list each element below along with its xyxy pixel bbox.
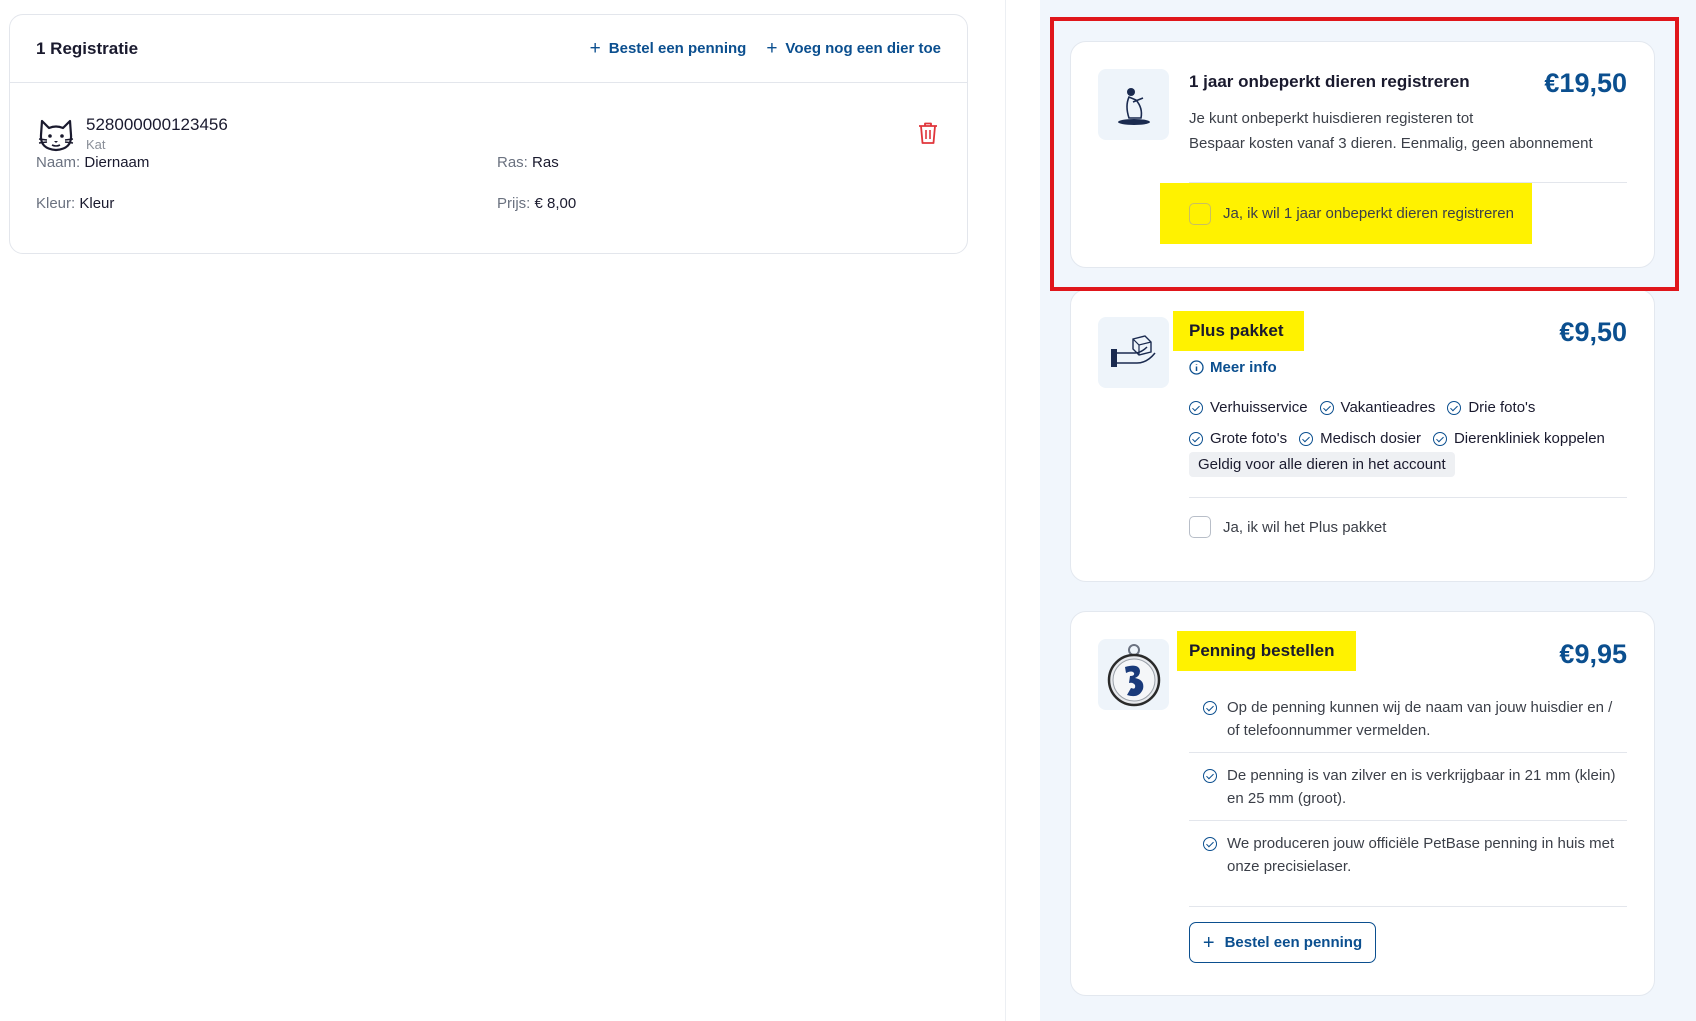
plus-checkbox[interactable] bbox=[1189, 516, 1211, 538]
color-value: Kleur bbox=[79, 195, 115, 212]
offer-plus-price: €9,50 bbox=[1559, 317, 1627, 347]
offer-tag-card: Penning bestellen €9,95 Op de penning ku… bbox=[1070, 611, 1655, 996]
features-row-2: Grote foto's Medisch dosier Dierenklinie… bbox=[1189, 430, 1605, 447]
name-label: Naam: bbox=[36, 154, 81, 171]
breed-label: Ras: bbox=[497, 154, 528, 171]
hand-box-icon bbox=[1110, 334, 1156, 367]
check-circle-icon bbox=[1432, 431, 1447, 446]
animal-summary: 528000000123456 Kat bbox=[36, 115, 228, 155]
price-field: Prijs: € 8,00 bbox=[497, 195, 576, 212]
tag-bullet: Op de penning kunnen wij de naam van jou… bbox=[1203, 696, 1627, 742]
offer-tag-thumb bbox=[1098, 639, 1169, 710]
check-circle-icon bbox=[1203, 837, 1217, 851]
more-info-link[interactable]: Meer info bbox=[1189, 359, 1277, 376]
breed-value: Ras bbox=[532, 154, 559, 171]
cat-icon bbox=[38, 119, 74, 152]
info-icon bbox=[1189, 360, 1204, 375]
tag-bullet-text: We produceren jouw officiële PetBase pen… bbox=[1227, 835, 1615, 875]
check-circle-icon bbox=[1189, 400, 1203, 415]
feature-label: Verhuisservice bbox=[1210, 399, 1308, 416]
name-field: Naam: Diernaam bbox=[36, 154, 149, 171]
check-circle-icon bbox=[1203, 769, 1217, 783]
tag-bullet-text: De penning is van zilver en is verkrijgb… bbox=[1227, 767, 1616, 807]
order-tag-button-label: Bestel een penning bbox=[1224, 934, 1363, 951]
breed-field: Ras: Ras bbox=[497, 154, 559, 171]
order-tag-label: Bestel een penning bbox=[608, 40, 747, 57]
registration-title: 1 Registratie bbox=[36, 38, 139, 58]
check-circle-icon bbox=[1189, 431, 1203, 446]
validity-badge: Geldig voor alle dieren in het account bbox=[1189, 452, 1455, 477]
registration-card: 1 Registratie + Bestel een penning + Voe… bbox=[9, 14, 968, 254]
plus-icon: + bbox=[766, 38, 778, 59]
trash-icon[interactable] bbox=[917, 121, 939, 145]
chip-number: 528000000123456 bbox=[86, 115, 228, 134]
registration-actions: + Bestel een penning + Voeg nog een dier… bbox=[590, 39, 941, 58]
plus-checkbox-row[interactable]: Ja, ik wil het Plus pakket bbox=[1189, 516, 1386, 538]
divider bbox=[1189, 752, 1627, 753]
color-field: Kleur: Kleur bbox=[36, 195, 114, 212]
divider bbox=[1189, 497, 1627, 498]
feature-label: Dierenkliniek koppelen bbox=[1453, 430, 1605, 447]
plus-icon: + bbox=[589, 38, 601, 59]
feature-item: Medisch dosier bbox=[1299, 430, 1421, 447]
plus-checkbox-label: Ja, ik wil het Plus pakket bbox=[1223, 518, 1387, 536]
species: Kat bbox=[86, 137, 106, 152]
more-info-label: Meer info bbox=[1210, 359, 1277, 376]
check-circle-icon bbox=[1299, 431, 1314, 446]
color-label: Kleur: bbox=[36, 195, 76, 212]
offer-plus-title: Plus pakket bbox=[1173, 311, 1304, 351]
offer-plus-thumb bbox=[1098, 317, 1169, 388]
animal-identity: 528000000123456 Kat bbox=[86, 115, 228, 152]
add-animal-link[interactable]: + Voeg nog een dier toe bbox=[766, 39, 941, 58]
feature-label: Grote foto's bbox=[1210, 430, 1288, 447]
features-row-1: Verhuisservice Vakantieadres Drie foto's bbox=[1189, 399, 1535, 416]
pet-tag-icon bbox=[1107, 643, 1160, 706]
registration-header: 1 Registratie + Bestel een penning + Voe… bbox=[10, 15, 967, 83]
feature-label: Drie foto's bbox=[1468, 399, 1536, 416]
price-value: € 8,00 bbox=[534, 195, 577, 212]
tag-bullet: De penning is van zilver en is verkrijgb… bbox=[1203, 764, 1627, 810]
order-tag-button[interactable]: + Bestel een penning bbox=[1189, 922, 1376, 963]
name-value: Diernaam bbox=[84, 154, 150, 171]
highlight-annotation-frame bbox=[1050, 17, 1679, 291]
check-circle-icon bbox=[1319, 400, 1334, 415]
check-circle-icon bbox=[1203, 701, 1217, 715]
feature-item: Dierenkliniek koppelen bbox=[1432, 430, 1605, 447]
tag-bullet: We produceren jouw officiële PetBase pen… bbox=[1203, 832, 1627, 878]
offer-plus-card: Plus pakket €9,50 Meer info Verhuisservi… bbox=[1070, 289, 1655, 582]
feature-item: Grote foto's bbox=[1189, 430, 1287, 447]
price-label: Prijs: bbox=[497, 195, 531, 212]
check-circle-icon bbox=[1447, 400, 1462, 415]
feature-item: Vakantieadres bbox=[1319, 399, 1436, 416]
divider bbox=[1189, 820, 1627, 821]
feature-label: Medisch dosier bbox=[1320, 430, 1421, 447]
plus-icon: + bbox=[1202, 931, 1215, 954]
feature-item: Verhuisservice bbox=[1189, 399, 1308, 416]
order-tag-link[interactable]: + Bestel een penning bbox=[590, 39, 747, 58]
offer-tag-title: Penning bestellen bbox=[1177, 631, 1357, 671]
offer-tag-price: €9,95 bbox=[1559, 639, 1627, 669]
tag-bullet-text: Op de penning kunnen wij de naam van jou… bbox=[1227, 699, 1613, 739]
divider bbox=[1189, 906, 1627, 907]
feature-label: Vakantieadres bbox=[1340, 399, 1436, 416]
column-divider bbox=[1005, 0, 1006, 1021]
add-animal-label: Voeg nog een dier toe bbox=[785, 40, 941, 57]
feature-item: Drie foto's bbox=[1447, 399, 1535, 416]
